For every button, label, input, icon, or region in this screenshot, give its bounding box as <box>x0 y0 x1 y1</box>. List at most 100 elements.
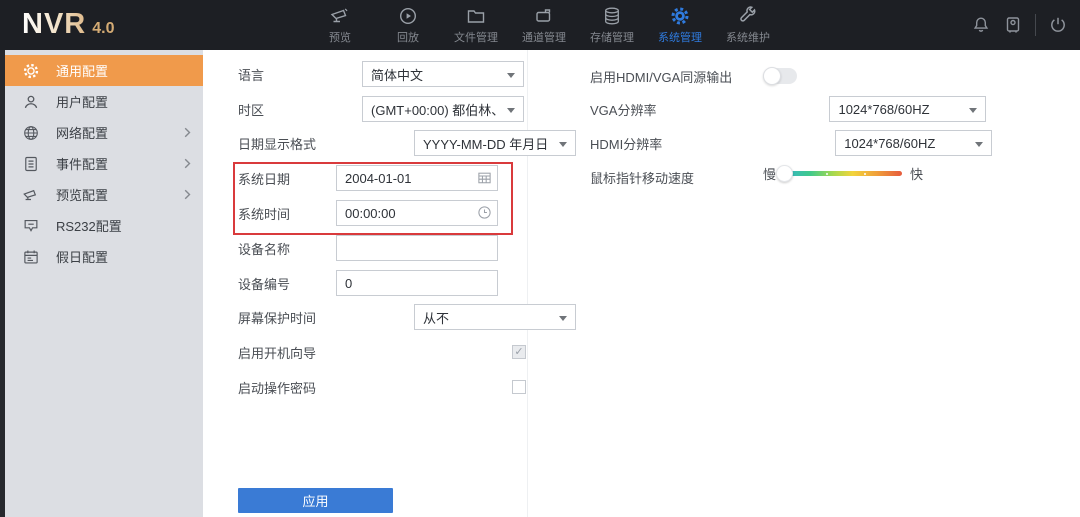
timezone-select[interactable]: (GMT+00:00) 都伯林、爱丁堡 <box>362 96 525 122</box>
wrench-icon <box>740 5 756 22</box>
logo-version: 4.0 <box>92 20 115 37</box>
chevron-down-icon <box>969 108 978 113</box>
system-time-input[interactable] <box>336 200 498 226</box>
screensaver-select[interactable]: 从不 <box>414 304 577 330</box>
form-row-date-format: 日期显示格式 YYYY-MM-DD 年月日 <box>238 130 577 156</box>
field-label: VGA分辨率 <box>590 102 657 118</box>
nav-preview[interactable]: 预览 <box>306 0 374 50</box>
chevron-right-icon <box>184 127 191 138</box>
nav-system-management[interactable]: 系统管理 <box>646 0 714 50</box>
selected-value: YYYY-MM-DD 年月日 <box>423 136 549 152</box>
startup-wizard-checkbox[interactable]: ✓ <box>512 345 526 359</box>
form-row-vga-resolution: VGA分辨率 1024*768/60HZ <box>590 96 987 122</box>
sidebar: 通用配置 用户配置 网络配置 事件配置 预览配置 RS232配置 假日配置 <box>5 50 203 517</box>
slider-tick <box>826 172 829 175</box>
sidebar-item-label: 用户配置 <box>56 95 109 110</box>
field-label: 鼠标指针移动速度 <box>590 170 695 186</box>
hdmi-vga-toggle[interactable] <box>763 67 797 85</box>
field-label: 屏幕保护时间 <box>238 310 317 326</box>
sidebar-item-preview-config[interactable]: 预览配置 <box>5 179 203 210</box>
sidebar-item-label: 通用配置 <box>56 64 109 79</box>
selected-value: 1024*768/60HZ <box>838 101 930 117</box>
device-no-input[interactable] <box>336 270 498 296</box>
sidebar-item-user-config[interactable]: 用户配置 <box>5 86 203 117</box>
field-label: HDMI分辨率 <box>590 136 663 152</box>
globe-icon <box>24 125 38 140</box>
selected-value: (GMT+00:00) 都伯林、爱丁堡 <box>371 102 501 118</box>
mouse-speed-control: 慢 快 <box>763 164 923 183</box>
form-row-language: 语言 简体中文 <box>238 61 525 87</box>
playback-icon <box>399 7 417 24</box>
chevron-right-icon <box>184 189 191 200</box>
field-label: 启用开机向导 <box>238 345 317 361</box>
sidebar-item-label: 假日配置 <box>56 250 109 265</box>
nav-item-label: 预览 <box>329 31 351 44</box>
power-icon[interactable] <box>1048 15 1068 35</box>
hdmi-resolution-select[interactable]: 1024*768/60HZ <box>835 130 993 156</box>
divider <box>1035 14 1036 36</box>
slider-tick <box>864 172 867 175</box>
column-divider <box>527 50 528 517</box>
nav-playback[interactable]: 回放 <box>374 0 442 50</box>
nav-item-label: 回放 <box>397 31 419 44</box>
nav-item-label: 系统管理 <box>658 31 702 44</box>
field-label: 设备编号 <box>238 276 291 292</box>
system-date-input[interactable] <box>336 165 498 191</box>
main-nav: 预览 回放 文件管理 通道管理 存储管理 系统管理 系统维护 <box>306 0 782 50</box>
chevron-down-icon <box>507 73 516 78</box>
sidebar-item-network-config[interactable]: 网络配置 <box>5 117 203 148</box>
folder-icon <box>467 9 485 23</box>
date-format-select[interactable]: YYYY-MM-DD 年月日 <box>414 130 577 156</box>
form-row-hdmi-resolution: HDMI分辨率 1024*768/60HZ <box>590 130 993 156</box>
field-label: 设备名称 <box>238 241 291 257</box>
vga-resolution-select[interactable]: 1024*768/60HZ <box>829 96 987 122</box>
slider-knob[interactable] <box>776 165 794 182</box>
selected-value: 从不 <box>423 310 450 326</box>
rs232-icon <box>24 219 38 232</box>
nav-file-management[interactable]: 文件管理 <box>442 0 510 50</box>
nav-item-label: 文件管理 <box>454 31 498 44</box>
gear-icon <box>671 7 689 24</box>
sidebar-item-event-config[interactable]: 事件配置 <box>5 148 203 179</box>
user-icon <box>24 95 38 108</box>
form-row-device-name: 设备名称 <box>238 235 498 261</box>
channel-icon <box>536 8 551 22</box>
bell-icon[interactable] <box>971 15 991 35</box>
field-label: 时区 <box>238 102 265 118</box>
device-name-input[interactable] <box>336 235 498 261</box>
event-icon <box>25 156 37 171</box>
nav-system-maintenance[interactable]: 系统维护 <box>714 0 782 50</box>
language-select[interactable]: 简体中文 <box>362 61 525 87</box>
sidebar-item-label: 预览配置 <box>56 188 109 203</box>
field-label: 启用HDMI/VGA同源输出 <box>590 69 733 85</box>
form-row-startup-wizard: 启用开机向导 ✓ <box>238 339 526 365</box>
form-row-device-no: 设备编号 <box>238 270 498 296</box>
sidebar-item-label: 事件配置 <box>56 157 109 172</box>
device-icon[interactable] <box>1003 15 1023 35</box>
calendar-icon[interactable] <box>477 170 492 185</box>
nav-item-label: 系统维护 <box>726 31 770 44</box>
nav-channel-management[interactable]: 通道管理 <box>510 0 578 50</box>
toggle-knob <box>763 67 781 85</box>
mouse-speed-slider[interactable] <box>776 165 903 182</box>
apply-button[interactable]: 应用 <box>238 488 393 513</box>
chevron-down-icon <box>975 142 984 147</box>
nav-storage-management[interactable]: 存储管理 <box>578 0 646 50</box>
slider-max-label: 快 <box>910 167 924 182</box>
operation-password-checkbox[interactable]: ✓ <box>512 380 526 394</box>
sidebar-item-holiday-config[interactable]: 假日配置 <box>5 241 203 272</box>
gear-icon <box>23 63 39 78</box>
field-label: 系统日期 <box>238 171 291 187</box>
camera-icon <box>23 189 37 200</box>
sidebar-item-general-config[interactable]: 通用配置 <box>5 55 203 86</box>
clock-icon[interactable] <box>477 205 492 220</box>
settings-panel: 语言 简体中文 时区 (GMT+00:00) 都伯林、爱丁堡 日期显示格式 YY… <box>203 50 1080 517</box>
sidebar-item-label: 网络配置 <box>56 126 109 141</box>
chevron-down-icon <box>559 142 568 147</box>
chevron-right-icon <box>184 158 191 169</box>
field-label: 启动操作密码 <box>238 380 317 396</box>
topbar: NVR 4.0 预览 回放 文件管理 通道管理 存储管理 系统管理 系统维护 <box>0 0 1080 50</box>
sidebar-item-rs232-config[interactable]: RS232配置 <box>5 210 203 241</box>
form-row-system-time: 系统时间 <box>238 200 498 226</box>
app-logo: NVR 4.0 <box>22 8 114 41</box>
